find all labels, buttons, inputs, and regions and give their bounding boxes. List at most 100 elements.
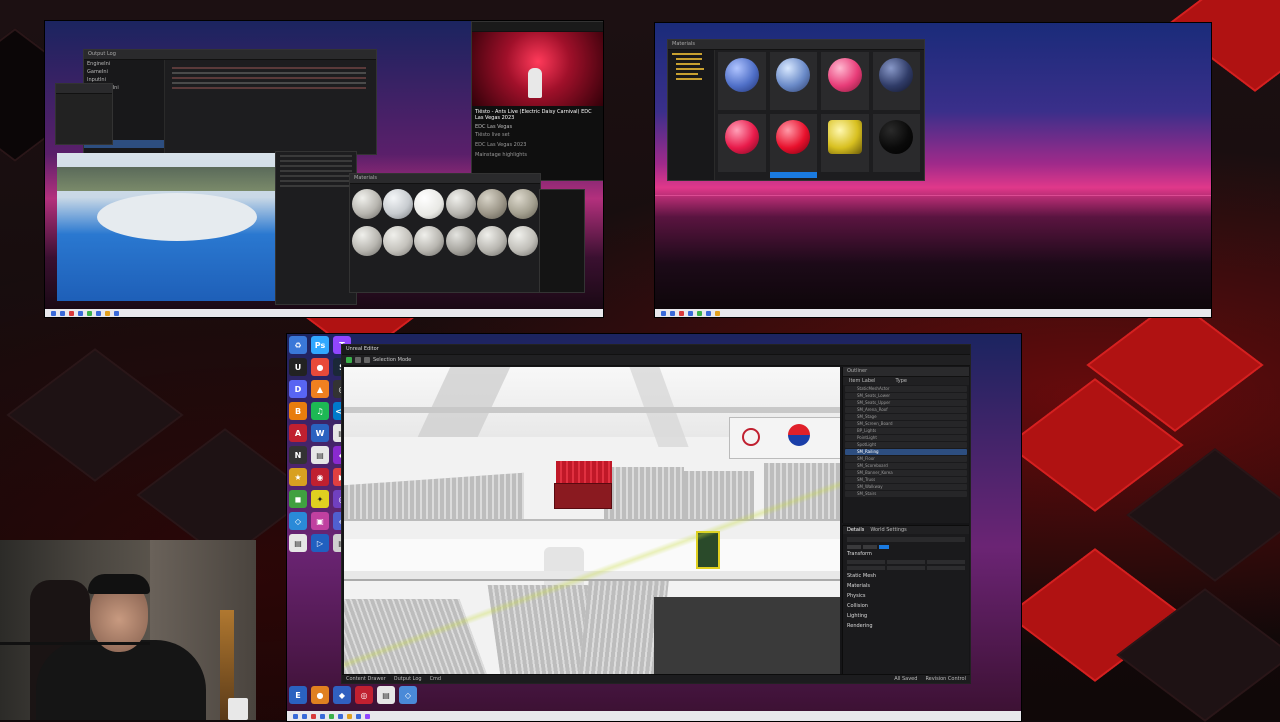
- unreal-engine-icon[interactable]: U: [289, 358, 307, 376]
- texture-thumb[interactable]: [476, 189, 507, 219]
- section-header[interactable]: Lighting: [843, 611, 969, 621]
- section-header[interactable]: Transform: [843, 549, 969, 559]
- texture-thumb[interactable]: [476, 226, 507, 256]
- app-icon[interactable]: ▣: [311, 512, 329, 530]
- folder-row[interactable]: [676, 63, 700, 65]
- value-field[interactable]: [847, 560, 885, 564]
- filter-chip-active[interactable]: [879, 545, 889, 549]
- revision-control-button[interactable]: Revision Control: [925, 676, 970, 682]
- taskbar-app-icon[interactable]: [706, 310, 711, 316]
- output-log-button[interactable]: Output Log: [394, 676, 422, 682]
- filter-chip[interactable]: [863, 545, 877, 549]
- taskbar-app-icon[interactable]: [105, 310, 110, 316]
- tab-world-settings[interactable]: World Settings: [870, 527, 906, 533]
- swatch-card-selected[interactable]: [769, 114, 817, 178]
- vlc-icon[interactable]: ▲: [311, 380, 329, 398]
- value-field[interactable]: [847, 566, 885, 570]
- outliner-row[interactable]: SM_Truss: [845, 477, 967, 483]
- outliner-row[interactable]: StaticMeshActor: [845, 386, 967, 392]
- photoshop-icon[interactable]: Ps: [311, 336, 329, 354]
- outliner-row[interactable]: SM_Banner_Korea: [845, 470, 967, 476]
- tree-item[interactable]: GameIni: [84, 68, 164, 76]
- outliner-row[interactable]: SpotLight: [845, 442, 967, 448]
- app-icon[interactable]: ◇: [289, 512, 307, 530]
- app-icon[interactable]: ▷: [311, 534, 329, 552]
- texture-thumb[interactable]: [445, 226, 476, 256]
- taskbar-app-icon[interactable]: [715, 310, 720, 316]
- cmd-input[interactable]: Cmd: [430, 676, 442, 682]
- texture-thumb[interactable]: [414, 226, 445, 256]
- section-header[interactable]: Collision: [843, 601, 969, 611]
- related-video[interactable]: Mainstage highlights: [472, 150, 603, 160]
- outliner-row[interactable]: SM_Stairs: [845, 491, 967, 497]
- app-icon[interactable]: ●: [311, 686, 329, 704]
- taskbar-app-icon[interactable]: [679, 310, 684, 316]
- app-icon[interactable]: ★: [289, 468, 307, 486]
- outliner-row[interactable]: SM_Stage: [845, 414, 967, 420]
- taskbar-app-icon[interactable]: [96, 310, 101, 316]
- app-icon[interactable]: ✦: [311, 490, 329, 508]
- file-icon[interactable]: ▤: [311, 446, 329, 464]
- section-header[interactable]: Materials: [843, 581, 969, 591]
- video-player[interactable]: [472, 32, 603, 106]
- column-header[interactable]: Type: [895, 378, 906, 384]
- swatch-card[interactable]: [872, 114, 920, 172]
- taskbar-app-icon[interactable]: [311, 713, 316, 719]
- tool-icon[interactable]: [364, 357, 370, 363]
- spotify-icon[interactable]: ♫: [311, 402, 329, 420]
- content-drawer-button[interactable]: Content Drawer: [346, 676, 386, 682]
- swatch-card[interactable]: [718, 52, 766, 110]
- folder-row[interactable]: [672, 53, 702, 55]
- column-header[interactable]: Item Label: [849, 378, 875, 384]
- taskbar-app-icon[interactable]: [60, 310, 65, 316]
- material-window[interactable]: Materials: [667, 39, 925, 181]
- filter-chip[interactable]: [847, 545, 861, 549]
- swatch-card[interactable]: [821, 114, 869, 172]
- taskbar-app-icon[interactable]: [356, 713, 361, 719]
- taskbar-app-icon[interactable]: [69, 310, 74, 316]
- folder-row[interactable]: [676, 58, 702, 60]
- related-video[interactable]: EDC Las Vegas 2023: [472, 140, 603, 150]
- texture-thumb[interactable]: [507, 189, 538, 219]
- folder-row[interactable]: [676, 68, 704, 70]
- outliner-row[interactable]: SM_Seats_Upper: [845, 400, 967, 406]
- details-panel[interactable]: Details World Settings Transform Static …: [842, 525, 969, 676]
- save-status[interactable]: All Saved: [894, 676, 917, 682]
- recycle-bin-icon[interactable]: ♻: [289, 336, 307, 354]
- texture-thumb[interactable]: [383, 189, 414, 219]
- tab-details[interactable]: Details: [847, 527, 864, 533]
- value-field[interactable]: [887, 560, 925, 564]
- outliner-row-selected[interactable]: SM_Railing: [845, 449, 967, 455]
- taskbar-app-icon[interactable]: [365, 713, 370, 719]
- start-icon[interactable]: [293, 713, 298, 719]
- outliner-row[interactable]: SM_Walkway: [845, 484, 967, 490]
- discord-icon[interactable]: D: [289, 380, 307, 398]
- taskbar-app-icon[interactable]: [688, 310, 693, 316]
- chrome-icon[interactable]: ●: [311, 358, 329, 376]
- app-icon[interactable]: ◎: [355, 686, 373, 704]
- blender-icon[interactable]: B: [289, 402, 307, 420]
- folder-row[interactable]: [676, 73, 698, 75]
- taskbar-app-icon[interactable]: [114, 310, 119, 316]
- taskbar-app-icon[interactable]: [329, 713, 334, 719]
- tool-icon[interactable]: [355, 357, 361, 363]
- swatch-card[interactable]: [769, 52, 817, 110]
- outliner-row[interactable]: SM_Screen_Board: [845, 421, 967, 427]
- outliner-row[interactable]: PointLight: [845, 435, 967, 441]
- outliner-panel[interactable]: Outliner Item Label Type StaticMeshActor…: [842, 367, 969, 523]
- swatch-card[interactable]: [821, 52, 869, 110]
- taskbar-app-icon[interactable]: [302, 713, 307, 719]
- material-browser-window[interactable]: Materials: [349, 173, 541, 293]
- file-icon[interactable]: ▤: [289, 534, 307, 552]
- value-field[interactable]: [927, 566, 965, 570]
- value-field[interactable]: [927, 560, 965, 564]
- app-icon[interactable]: A: [289, 424, 307, 442]
- outliner-row[interactable]: SM_Scoreboard: [845, 463, 967, 469]
- texture-thumb[interactable]: [352, 189, 383, 219]
- video-title[interactable]: Tiësto - Ants Live (Electric Daisy Carni…: [472, 106, 603, 124]
- swatch-card[interactable]: [718, 114, 766, 172]
- swatch-card[interactable]: [872, 52, 920, 110]
- outliner-row[interactable]: SM_Arena_Roof: [845, 407, 967, 413]
- taskbar-app-icon[interactable]: [338, 713, 343, 719]
- unreal-editor-window[interactable]: Unreal Editor Selection Mode Outliner It…: [341, 344, 971, 684]
